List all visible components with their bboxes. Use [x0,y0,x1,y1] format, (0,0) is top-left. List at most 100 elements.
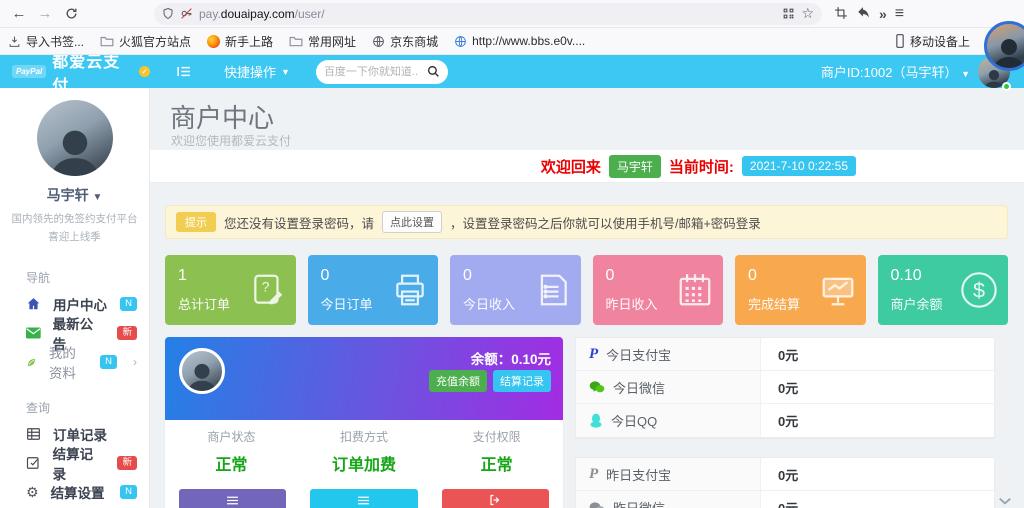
bookmark-item[interactable]: 新手上路 [207,33,273,50]
insecure-key-icon [180,5,193,23]
page-title: 商户中心 [170,98,274,135]
menu-icon[interactable]: ≡ [895,5,904,23]
profile-name-menu[interactable]: 马宇轩 ▼ [0,185,149,205]
url-text: pay.douaipay.com/user/ [199,7,776,21]
bookmark-item[interactable]: http://www.bbs.e0v.... [454,34,585,48]
latest-announcements-button[interactable]: 最新公告 [179,489,286,508]
table-row: P今日支付宝 0元 [576,338,994,371]
field-label: 扣费方式 [298,428,431,445]
alipay-icon: P [589,467,598,482]
sidebar-item-settlement-settings[interactable]: ⚙ 结算设置 N [0,478,149,507]
dollar-icon: $ [959,270,999,310]
browser-toolbar: ← → pay.douaipay.com/user/ ☆ » ≡ [0,0,1024,28]
notice-badge: 提示 [176,212,216,232]
check-square-icon [26,456,41,470]
folder-icon [289,35,303,47]
doc-edit-icon: ? [249,271,287,309]
app-top-bar: PayPal 都爱云支付 ✓ 快捷操作▼ 商户ID:1002（马宇轩） ▼ [0,55,1024,88]
stat-card-completed-settlement[interactable]: 0 完成结算 [735,255,866,325]
globe-icon [372,35,385,48]
notice-text-after: ，设置登录密码之后你就可以使用手机号/邮箱+密码登录 [450,213,761,232]
table-row: 今日微信 0元 [576,371,994,404]
recharge-balance-button[interactable]: 充值余额 [429,370,487,392]
home-icon [26,297,41,311]
search-box[interactable] [316,60,448,84]
sidebar-toggle-icon[interactable] [176,63,192,81]
stat-card-yesterday-income[interactable]: 0 昨日收入 [593,255,724,325]
qq-icon [589,413,603,428]
account-card-header: 余额：0.10元 充值余额 结算记录 [165,337,563,420]
table-row: 昨日微信 0元 [576,491,994,508]
bookmark-item[interactable]: 火狐官方站点 [100,33,191,50]
stat-card-total-orders[interactable]: 1 总计订单 ? [165,255,296,325]
send-to-device-icon[interactable] [856,5,871,23]
svg-text:$: $ [973,278,985,303]
import-icon [8,35,21,48]
welcome-text: 欢迎回来 [541,156,601,177]
more-tools-icon[interactable]: » [879,6,887,22]
password-notice: 提示 您还没有设置登录密码，请 点此设置 ，设置登录密码之后你就可以使用手机号/… [165,205,1008,239]
sidebar-item-my-profile[interactable]: 我的资料 N › [0,348,149,377]
table-row: P昨日支付宝 0元 [576,458,994,491]
bookmark-item[interactable]: 导入书签... [8,33,84,50]
profile-avatar[interactable] [37,100,113,176]
qr-scan-icon[interactable] [782,5,795,23]
leaf-icon [26,355,37,370]
chevron-down-icon [998,492,1012,508]
set-password-button[interactable]: 点此设置 [382,211,442,233]
reload-icon[interactable] [58,3,84,25]
wechat-icon [589,380,605,394]
url-bar[interactable]: pay.douaipay.com/user/ ☆ [154,3,822,25]
order-records-button[interactable]: 订单记录 [310,489,417,508]
notice-text-before: 您还没有设置登录密码，请 [224,213,374,232]
today-income-table: P今日支付宝 0元 今日微信 0元 今日QQ [575,337,995,438]
browser-window: ← → pay.douaipay.com/user/ ☆ » ≡ [0,0,1024,508]
stat-card-today-orders[interactable]: 0 今日订单 [308,255,439,325]
back-icon[interactable]: ← [6,3,32,25]
search-icon [427,65,440,78]
forward-icon[interactable]: → [32,3,58,25]
income-tables: P今日支付宝 0元 今日微信 0元 今日QQ [575,337,995,508]
alipay-icon: P [589,347,598,362]
account-card: 余额：0.10元 充值余额 结算记录 商户状态 正常 扣费方式 订单加费 [165,337,563,508]
browser-profile-avatar[interactable] [984,21,1024,71]
profile-tagline: 国内领先的免签约支付平台 喜迎上线季 [0,211,149,247]
printer-icon [391,271,429,309]
bookmark-star-icon[interactable]: ☆ [801,5,814,22]
page-subtitle: 欢迎您使用都爱云支付 [171,132,291,149]
account-avatar[interactable] [179,348,225,394]
table-icon [26,427,41,441]
nav-section-label: 查询 [26,399,149,416]
nav-badge: N [120,297,137,311]
welcome-bar: 欢迎回来 马宇轩 当前时间: 2021-7-10 0:22:55 [150,150,1024,183]
shield-icon [162,7,174,20]
sidebar-item-settlement-records[interactable]: 结算记录 新 [0,449,149,478]
stat-card-merchant-balance[interactable]: 0.10 商户余额 $ [878,255,1009,325]
quick-actions-menu[interactable]: 快捷操作▼ [224,62,290,81]
nav-badge: N [120,485,137,499]
screenshot-crop-icon[interactable] [834,5,848,23]
online-status-dot [1002,82,1011,91]
stat-card-today-income[interactable]: 0 今日收入 [450,255,581,325]
merchant-id-menu[interactable]: 商户ID:1002（马宇轩） ▼ [821,62,970,81]
settlement-records-button[interactable]: 结算记录 [493,370,551,392]
field-label: 支付权限 [430,428,563,445]
bookmark-item[interactable]: 京东商城 [372,33,438,50]
caret-down-icon: ▼ [281,67,290,77]
search-input[interactable] [324,66,423,78]
pay-permission-value: 正常 [430,451,563,475]
account-fields: 商户状态 正常 扣费方式 订单加费 支付权限 正常 [165,420,563,475]
list-icon [226,495,239,506]
logout-button[interactable]: 安全退出 [442,489,549,508]
globe-icon [454,35,467,48]
current-time-badge: 2021-7-10 0:22:55 [742,156,856,176]
person-silhouette-icon [44,126,106,176]
nav-badge: N [100,355,117,369]
logout-icon [489,494,501,506]
bookmark-mobile[interactable]: 移动设备上 [895,33,970,50]
bookmarks-bar: 导入书签... 火狐官方站点 新手上路 常用网址 京东商城 http://www… [0,28,1024,55]
wechat-icon [589,501,605,508]
bookmark-item[interactable]: 常用网址 [289,33,356,50]
nav-badge: 新 [117,326,137,340]
chart-board-icon [819,271,857,309]
